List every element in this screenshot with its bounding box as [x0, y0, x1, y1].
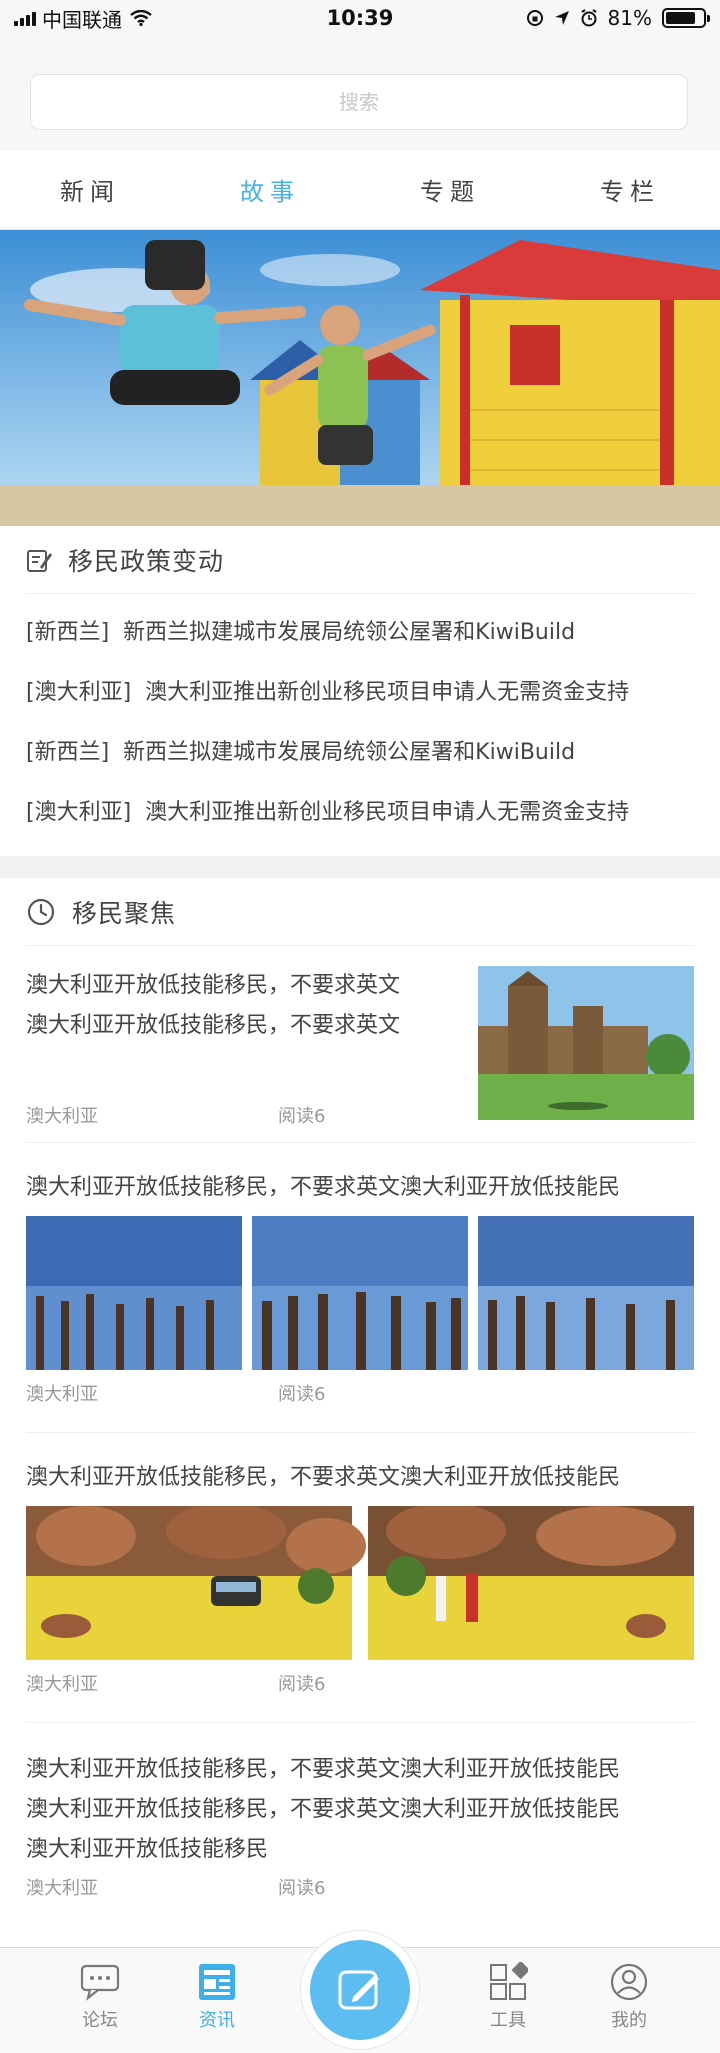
tab-profile-label: 我的: [611, 2010, 647, 2031]
news-region: 澳大利亚: [26, 1878, 98, 1899]
wifi-icon: [130, 10, 152, 26]
news-item[interactable]: 澳大利亚开放低技能移民，不要求英文澳大利亚开放低技能民 澳大利亚 阅读6: [26, 1168, 694, 1408]
policy-region: [澳大利亚]: [26, 680, 132, 705]
focus-section: 移民聚焦 澳大利亚开放低技能移民，不要求英文 澳大利亚开放低技能移民，不要求英文…: [0, 878, 720, 1947]
news-reads: 阅读6: [278, 1878, 326, 1899]
category-tabs: 新闻 故事 专题 专栏: [0, 150, 720, 230]
news-icon: [199, 1964, 235, 2000]
orientation-lock-icon: [526, 10, 543, 26]
tab-profile[interactable]: 我的: [579, 1962, 679, 2032]
policy-section: 移民政策变动 [新西兰] 新西兰拟建城市发展局统领公屋署和KiwiBuild […: [0, 526, 720, 856]
tab-forum[interactable]: 论坛: [50, 1962, 150, 2032]
policy-region: [新西兰]: [26, 620, 110, 645]
divider: [26, 1432, 694, 1433]
gallery-image-3: [478, 1216, 694, 1370]
news-region: 澳大利亚: [26, 1384, 98, 1405]
policy-title: 澳大利亚推出新创业移民项目申请人无需资金支持: [145, 680, 630, 705]
forum-icon: [80, 1964, 120, 2001]
policy-item[interactable]: [新西兰] 新西兰拟建城市发展局统领公屋署和KiwiBuild: [26, 720, 694, 780]
tab-tools[interactable]: 工具: [458, 1962, 558, 2032]
tab-news[interactable]: 新闻: [0, 150, 180, 229]
news-item[interactable]: 澳大利亚开放低技能移民，不要求英文澳大利亚开放低技能民 澳大利亚 阅读6: [26, 1458, 694, 1698]
profile-icon: [610, 1963, 648, 2001]
gallery-image-1: [26, 1506, 366, 1660]
news-reads: 阅读6: [278, 1674, 326, 1695]
policy-title: 澳大利亚推出新创业移民项目申请人无需资金支持: [145, 800, 630, 825]
news-title-line: 澳大利亚开放低技能移民，不要求英文澳大利亚开放低技能民: [26, 1797, 621, 1822]
carrier-name: 中国联通: [42, 7, 122, 32]
policy-region: [新西兰]: [26, 740, 110, 765]
tab-news-feed[interactable]: 资讯: [167, 1962, 267, 2032]
policy-section-header: 移民政策变动: [26, 526, 694, 594]
battery-icon: [662, 8, 710, 28]
news-title-line: 澳大利亚开放低技能移民，不要求英文澳大利亚开放低技能民: [26, 1465, 621, 1490]
tab-topics[interactable]: 专题: [360, 150, 540, 229]
clock-icon: [27, 898, 55, 925]
tab-tools-label: 工具: [490, 2010, 526, 2031]
gallery-image-2: [252, 1216, 468, 1370]
news-title-line: 澳大利亚开放低技能移民，不要求英文澳大利亚开放低技能民: [26, 1175, 621, 1200]
news-image-gallery: [26, 1216, 694, 1370]
news-item[interactable]: 澳大利亚开放低技能移民，不要求英文澳大利亚开放低技能民 澳大利亚开放低技能移民，…: [26, 1750, 694, 1910]
policy-title: 新西兰拟建城市发展局统领公屋署和KiwiBuild: [123, 620, 576, 645]
news-region: 澳大利亚: [26, 1106, 98, 1127]
gallery-image-1: [26, 1216, 242, 1370]
tools-icon: [490, 1962, 528, 2000]
alarm-icon: [580, 9, 597, 27]
news-item[interactable]: 澳大利亚开放低技能移民，不要求英文 澳大利亚开放低技能移民，不要求英文 澳大利亚…: [26, 966, 694, 1127]
news-title-line: 澳大利亚开放低技能移民，不要求英文澳大利亚开放低技能民: [26, 1757, 621, 1782]
tab-news-feed-label: 资讯: [199, 2010, 235, 2031]
search-box[interactable]: [30, 74, 688, 130]
publish-button[interactable]: [310, 1940, 410, 2040]
news-region: 澳大利亚: [26, 1674, 98, 1695]
policy-item[interactable]: [澳大利亚] 澳大利亚推出新创业移民项目申请人无需资金支持: [26, 780, 694, 840]
search-area: [0, 36, 720, 148]
gallery-image-2: [368, 1506, 694, 1660]
tab-forum-label: 论坛: [82, 2010, 118, 2031]
policy-item[interactable]: [新西兰] 新西兰拟建城市发展局统领公屋署和KiwiBuild: [26, 600, 694, 660]
hero-image: [0, 230, 720, 526]
notepad-icon: [27, 549, 52, 572]
policy-title: 新西兰拟建城市发展局统领公屋署和KiwiBuild: [123, 740, 576, 765]
signal-icon: [14, 10, 36, 26]
news-thumbnail: [478, 966, 694, 1120]
tab-columns[interactable]: 专栏: [540, 150, 720, 229]
news-reads: 阅读6: [278, 1106, 326, 1127]
tab-stories[interactable]: 故事: [180, 150, 360, 229]
policy-region: [澳大利亚]: [26, 800, 132, 825]
battery-percent: 81%: [607, 6, 652, 30]
divider: [26, 1722, 694, 1723]
news-title-line: 澳大利亚开放低技能移民: [26, 1837, 269, 1862]
news-image-gallery: [26, 1506, 694, 1660]
status-bar: 中国联通 10:39 81%: [0, 0, 720, 36]
search-input[interactable]: [31, 90, 687, 114]
focus-section-header: 移民聚焦: [26, 878, 694, 946]
policy-section-title: 移民政策变动: [68, 546, 225, 576]
focus-section-title: 移民聚焦: [72, 898, 177, 928]
policy-item[interactable]: [澳大利亚] 澳大利亚推出新创业移民项目申请人无需资金支持: [26, 660, 694, 720]
news-reads: 阅读6: [278, 1384, 326, 1405]
divider: [26, 1142, 694, 1143]
hero-banner[interactable]: [0, 230, 720, 526]
location-icon: [554, 11, 569, 25]
edit-icon: [338, 1970, 379, 2010]
